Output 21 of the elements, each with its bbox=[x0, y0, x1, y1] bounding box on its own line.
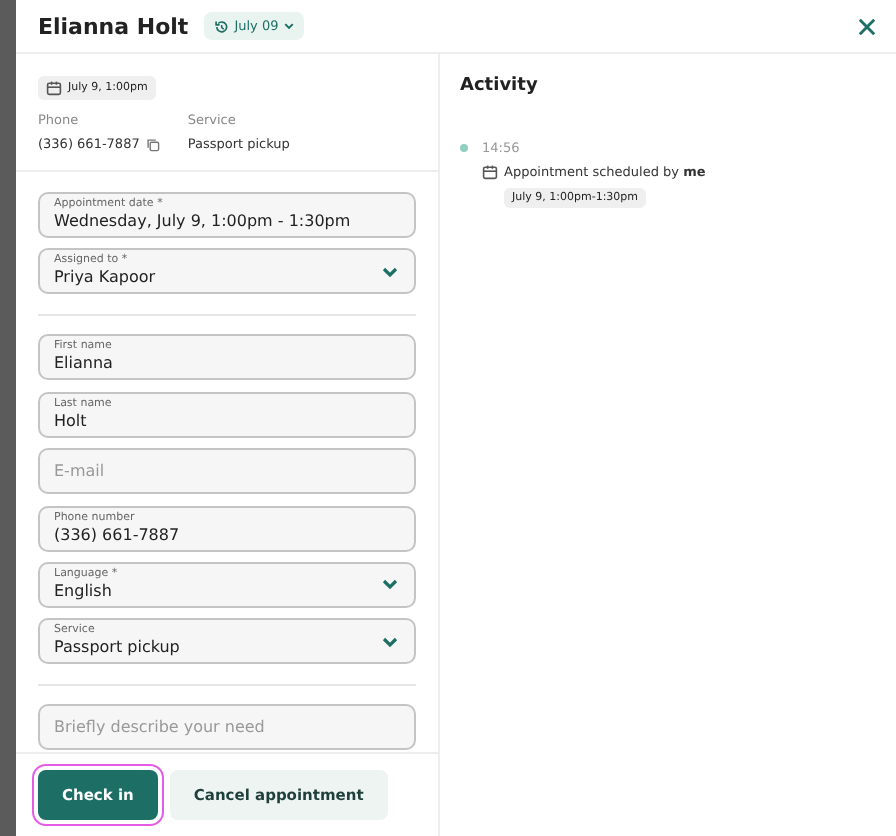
calendar-icon bbox=[46, 80, 62, 96]
field-value: (336) 661-7887 bbox=[54, 525, 182, 546]
copy-icon[interactable] bbox=[145, 137, 160, 151]
timeline-dot bbox=[460, 144, 468, 152]
history-icon bbox=[214, 19, 229, 33]
chevron-down-icon bbox=[284, 22, 295, 30]
calendar-icon bbox=[482, 164, 498, 180]
section-title: Activity bbox=[460, 76, 540, 96]
field-value: Elianna bbox=[54, 354, 115, 375]
chevron-down-icon bbox=[382, 578, 398, 591]
field-value: Priya Kapoor bbox=[54, 268, 158, 289]
customer-name: Elianna Holt bbox=[38, 13, 189, 39]
field-value: Wednesday, July 9, 1:00pm - 1:30pm bbox=[54, 212, 353, 232]
field-value: Holt bbox=[54, 411, 89, 432]
chevron-down-icon bbox=[382, 635, 398, 648]
field-value: English bbox=[54, 581, 114, 602]
field-value: Passport pickup bbox=[54, 638, 182, 659]
close-icon[interactable] bbox=[858, 17, 876, 35]
chevron-down-icon bbox=[382, 265, 398, 278]
placeholder: Briefly describe your need bbox=[54, 718, 267, 737]
placeholder: E-mail bbox=[54, 462, 107, 481]
